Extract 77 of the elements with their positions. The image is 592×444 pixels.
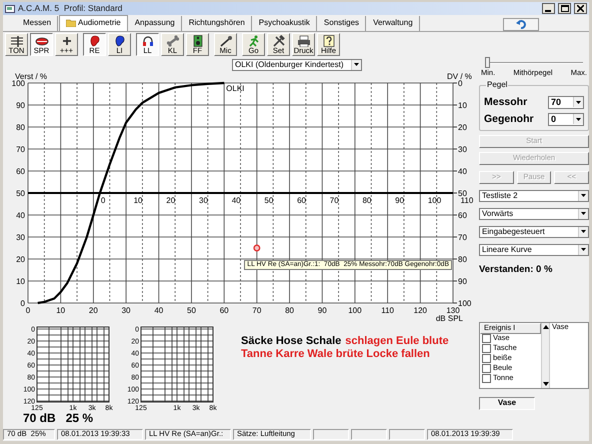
window-title: A.C.A.M. 5 Profil: Standard bbox=[18, 4, 122, 14]
axis-title: dB SPL bbox=[436, 314, 463, 323]
dropdown[interactable]: Eingabegesteuert bbox=[479, 226, 589, 238]
axis-label: 0 bbox=[20, 299, 25, 308]
axis-label: 10 bbox=[134, 196, 143, 205]
spoken-words: schlagen Eule blute bbox=[345, 335, 449, 348]
axis-label: 40 bbox=[458, 167, 467, 176]
dropdown[interactable]: OLKI (Oldenburger Kindertest) bbox=[232, 59, 362, 71]
dropdown[interactable]: Vorwärts bbox=[479, 208, 589, 220]
axis-label: 50 bbox=[458, 189, 467, 198]
axis-label: 70 bbox=[458, 233, 467, 242]
axis-label: 110 bbox=[460, 196, 474, 205]
result-percent: 25 % bbox=[66, 412, 94, 426]
axis-label: 40 bbox=[154, 306, 164, 315]
axis-label: 20 bbox=[16, 255, 25, 264]
axis-label: 30 bbox=[122, 306, 131, 315]
axis-label: 110 bbox=[381, 306, 394, 315]
tab[interactable]: Audiometrie bbox=[59, 15, 128, 31]
axis-label: 20 bbox=[88, 306, 98, 315]
group-title: Pegel bbox=[486, 80, 508, 89]
axis-label: 0 bbox=[458, 79, 462, 88]
axis-label: 70 bbox=[252, 306, 262, 315]
dropdown[interactable]: Lineare Kurve bbox=[479, 244, 589, 256]
axis-label: 100 bbox=[12, 79, 25, 88]
axis-label: 60 bbox=[16, 167, 25, 176]
axis-label: 60 bbox=[220, 306, 229, 315]
spoken-words: Säcke Hose Schale bbox=[241, 335, 342, 348]
dropdown[interactable]: 70 bbox=[548, 96, 584, 109]
tab[interactable]: Psychoakustik bbox=[252, 16, 317, 31]
axis-label: 30 bbox=[16, 233, 25, 242]
axis-label: 70 bbox=[16, 145, 25, 154]
axis-label: 10 bbox=[458, 101, 467, 110]
axis-label: 40 bbox=[16, 211, 25, 220]
dropdown[interactable]: Testliste 2 bbox=[479, 190, 589, 202]
tab[interactable]: Sonstiges bbox=[318, 16, 366, 31]
axis-label: 90 bbox=[458, 277, 467, 286]
axis-label: 50 bbox=[264, 196, 274, 205]
dropdown[interactable]: 0 bbox=[548, 112, 584, 126]
tab[interactable]: Verwaltung bbox=[367, 16, 420, 31]
axis-title: Verst / % bbox=[15, 72, 48, 81]
tab[interactable]: Messen bbox=[17, 16, 58, 31]
axis-label: 20 bbox=[458, 123, 467, 132]
axis-title: DV / % bbox=[447, 72, 472, 81]
result-label: Verstanden: 0 % bbox=[479, 264, 554, 276]
axis-label: 0 bbox=[100, 196, 106, 205]
tab[interactable]: Anpassung bbox=[128, 16, 182, 31]
axis-label: 80 bbox=[16, 123, 25, 132]
current-word-box: Vase bbox=[479, 396, 535, 410]
axis-label: 80 bbox=[458, 255, 467, 264]
axis-label: 10 bbox=[56, 306, 66, 315]
axis-label: 60 bbox=[297, 196, 306, 205]
axis-label: 100 bbox=[458, 299, 472, 308]
axis-label: 50 bbox=[16, 189, 25, 198]
axis-label: 20 bbox=[166, 196, 176, 205]
axis-label: 130 bbox=[446, 306, 460, 315]
axis-label: 70 bbox=[330, 196, 339, 205]
axis-label: 50 bbox=[187, 306, 196, 315]
axis-label: 10 bbox=[16, 277, 25, 286]
axis-label: 80 bbox=[362, 196, 372, 205]
tab[interactable]: Richtungshören bbox=[182, 16, 252, 31]
axis-label: 90 bbox=[395, 196, 404, 205]
axis-label: 90 bbox=[318, 306, 327, 315]
axis-label: 80 bbox=[285, 306, 294, 315]
axis-label: 60 bbox=[458, 211, 467, 220]
axis-label: 100 bbox=[348, 306, 362, 315]
axis-label: 40 bbox=[232, 196, 241, 205]
axis-label: 90 bbox=[16, 101, 25, 110]
axis-label: 30 bbox=[458, 145, 467, 154]
axis-label: 120 bbox=[414, 306, 427, 315]
result-level: 70 dB bbox=[23, 412, 56, 426]
curve-label: OLKI bbox=[226, 84, 244, 93]
axis-label: 100 bbox=[428, 196, 442, 205]
axis-label: 0 bbox=[26, 306, 30, 315]
spoken-words: Tanne Karre Wale brüte Locke fallen bbox=[241, 348, 430, 360]
axis-label: 30 bbox=[199, 196, 208, 205]
field-label: Gegenohr bbox=[484, 113, 534, 126]
field-label: Messohr bbox=[484, 96, 528, 108]
